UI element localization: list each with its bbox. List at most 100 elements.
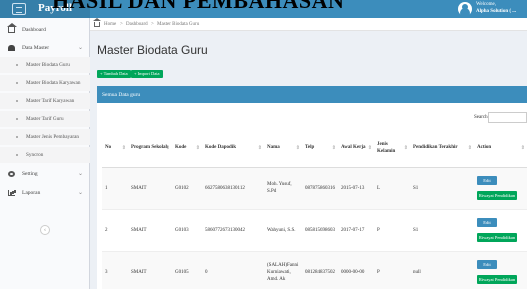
- column-header-nama[interactable]: Nama ⇕: [264, 129, 302, 168]
- chevron-down-icon: ⌄: [78, 190, 84, 196]
- cell-telp: 087875860316: [302, 167, 338, 210]
- cell-awal-kerja: 2017-07-17: [338, 209, 374, 252]
- breadcrumb: Home > Dashboard > Master Biodata Guru: [90, 18, 527, 31]
- breadcrumb-separator: >: [120, 22, 123, 27]
- document-heading: HASIL DAN PEMBAHASAN: [52, 0, 345, 13]
- cell-kode: G0102: [172, 167, 202, 210]
- riwayat-pendidikan-button[interactable]: Riwayat Pendidikan: [477, 191, 517, 200]
- add-data-button[interactable]: Tambah Data: [97, 70, 131, 78]
- cell-pendidikan: S1: [410, 167, 474, 210]
- cell-nama: Moh. Yusuf, S.Pd: [264, 167, 302, 210]
- chevron-down-icon: ⌄: [78, 45, 84, 51]
- sort-icon: ⇕: [467, 146, 472, 151]
- teacher-table: No ⇕ Program Sekolah ⇕ Kode ⇕ Kode Dapodik ⇕…: [102, 129, 527, 289]
- user-menu[interactable]: Alpha Solution ( ...: [476, 8, 516, 15]
- cell-program: SMAIT: [128, 209, 172, 252]
- sidebar-subitem-master-tarif-karyawan[interactable]: Master Tarif Karyawan: [0, 93, 90, 109]
- sort-icon: ⇕: [121, 146, 126, 151]
- sidebar-subitem-master-tarif-guru[interactable]: Master Tarif Guru: [0, 111, 90, 127]
- column-label: Kode Dapodik: [205, 145, 236, 151]
- sort-icon: ⇕: [520, 146, 525, 151]
- column-header-jenis-kelamin[interactable]: Jenis Kelamin ⇕: [374, 129, 410, 168]
- column-header-no[interactable]: No ⇕: [102, 129, 128, 168]
- chevron-down-icon: ⌄: [78, 171, 84, 177]
- sort-icon: ⇕: [195, 146, 200, 151]
- home-icon: [7, 23, 17, 33]
- data-box: Semua Data guru Search: No ⇕ Program Seko…: [97, 86, 527, 289]
- bullet-icon: [16, 64, 18, 66]
- chart-icon: [8, 190, 15, 196]
- sidebar-item-label: Laporan: [22, 190, 41, 196]
- cell-telp: 081284837502: [302, 251, 338, 289]
- edit-button[interactable]: Edit: [477, 218, 497, 227]
- import-data-button[interactable]: Import Data: [131, 70, 163, 78]
- sidebar-item-data-master[interactable]: Data Master ⌄: [0, 40, 90, 56]
- sort-icon: ⇕: [367, 146, 372, 151]
- column-header-dapodik[interactable]: Kode Dapodik ⇕: [202, 129, 264, 168]
- column-header-action[interactable]: Action ⇕: [474, 129, 527, 168]
- sort-icon: ⇕: [331, 146, 336, 151]
- breadcrumb-dashboard[interactable]: Dashboard: [126, 18, 148, 31]
- column-header-awal-kerja[interactable]: Awal Kerja ⇕: [338, 129, 374, 168]
- sidebar-item-label: Dashboard: [22, 27, 46, 33]
- riwayat-pendidikan-button[interactable]: Riwayat Pendidikan: [477, 233, 517, 242]
- cell-program: SMAIT: [128, 251, 172, 289]
- bullet-icon: [16, 136, 18, 138]
- cell-no: 3: [102, 251, 128, 289]
- sidebar-subitem-label: Master Jenis Pembayaran: [26, 134, 80, 140]
- cell-awal-kerja: 2015-07-13: [338, 167, 374, 210]
- cell-nama: (SALAH)Fanni Kurniawati, Amd. Ak: [264, 251, 302, 289]
- column-header-kode[interactable]: Kode ⇕: [172, 129, 202, 168]
- riwayat-pendidikan-button[interactable]: Riwayat Pendidikan: [477, 275, 517, 284]
- sidebar-subitem-master-jenis-pembayaran[interactable]: Master Jenis Pembayaran: [0, 129, 90, 145]
- column-label: Program Sekolah: [131, 145, 169, 151]
- cell-action: Edit Riwayat Pendidikan: [474, 167, 527, 210]
- sidebar-subitem-syncron[interactable]: Syncron: [0, 147, 90, 163]
- user-icon: [8, 45, 15, 51]
- sidebar-item-dashboard[interactable]: Dashboard: [0, 22, 90, 38]
- edit-button[interactable]: Edit: [477, 176, 497, 185]
- column-header-program[interactable]: Program Sekolah ⇕: [128, 129, 172, 168]
- gear-icon: [8, 171, 15, 177]
- column-label: Telp: [305, 145, 315, 151]
- cell-action: Edit Riwayat Pendidikan: [474, 209, 527, 252]
- sidebar-subitem-master-biodata-guru[interactable]: Master Biodata Guru: [0, 57, 90, 73]
- column-label: Jenis Kelamin: [377, 141, 396, 154]
- cell-nama: Wahyuni, S.S.: [264, 209, 302, 252]
- cell-jenis-kelamin: L: [374, 167, 410, 210]
- box-header: Semua Data guru: [97, 88, 527, 103]
- bullet-icon: [16, 100, 18, 102]
- bullet-icon: [16, 154, 18, 156]
- cell-no: 2: [102, 209, 128, 252]
- id-card-icon: [12, 3, 26, 15]
- sidebar-subitem-master-biodata-karyawan[interactable]: Master Biodata Karyawan: [0, 75, 90, 91]
- column-header-pendidikan[interactable]: Pendidikan Terakhir ⇕: [410, 129, 474, 168]
- sort-icon: ⇕: [165, 146, 170, 151]
- cell-awal-kerja: 0000-00-00: [338, 251, 374, 289]
- cell-jenis-kelamin: P: [374, 251, 410, 289]
- sidebar-collapse-button[interactable]: ‹: [40, 225, 50, 235]
- cell-action: Edit Riwayat Pendidikan: [474, 251, 527, 289]
- search-label: Search:: [474, 115, 489, 120]
- cell-jenis-kelamin: P: [374, 209, 410, 252]
- user-welcome: Welcome,: [476, 2, 497, 7]
- column-header-telp[interactable]: Telp ⇕: [302, 129, 338, 168]
- cell-telp: 085815698603: [302, 209, 338, 252]
- sidebar-item-label: Setting: [22, 171, 38, 177]
- column-label: Pendidikan Terakhir: [413, 145, 458, 151]
- sidebar-item-laporan[interactable]: Laporan ⌄: [0, 185, 90, 201]
- bullet-icon: [16, 118, 18, 120]
- sidebar-subitem-label: Master Tarif Karyawan: [26, 98, 75, 104]
- sidebar-subitem-label: Syncron: [26, 152, 44, 158]
- column-label: Action: [477, 145, 492, 151]
- breadcrumb-home[interactable]: Home: [104, 18, 116, 31]
- user-avatar[interactable]: [458, 2, 472, 16]
- main-content: Home > Dashboard > Master Biodata Guru M…: [90, 18, 527, 289]
- sidebar-subitem-label: Master Biodata Guru: [26, 62, 70, 68]
- search-input[interactable]: [488, 112, 527, 123]
- cell-dapodik: 0: [202, 251, 264, 289]
- edit-button[interactable]: Edit: [477, 260, 497, 269]
- cell-kode: G0105: [172, 251, 202, 289]
- sidebar-item-setting[interactable]: Setting ⌄: [0, 166, 90, 182]
- cell-program: SMAIT: [128, 167, 172, 210]
